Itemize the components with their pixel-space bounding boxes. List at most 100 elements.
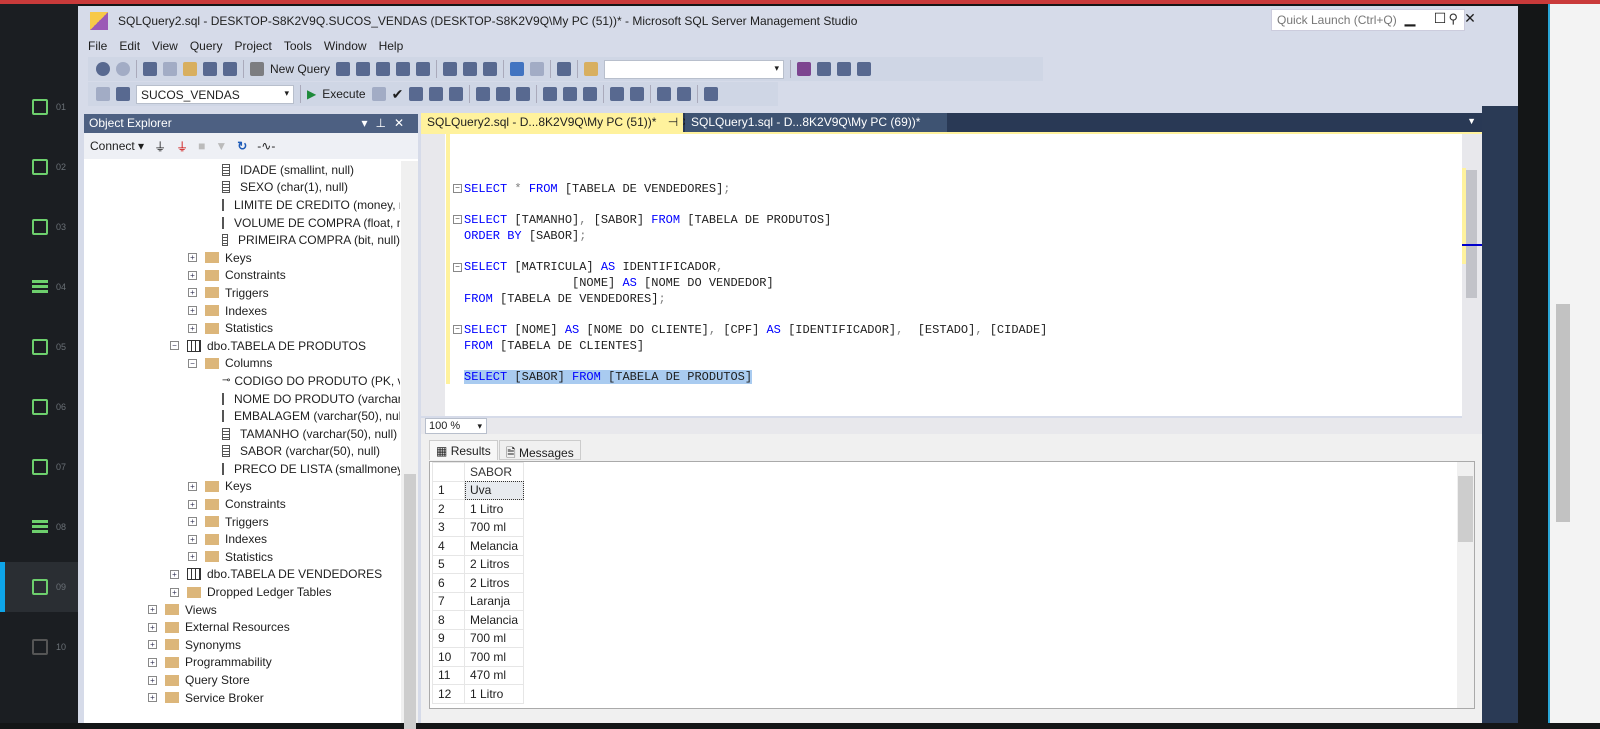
tree-node[interactable]: + Triggers bbox=[84, 513, 400, 531]
connect-button[interactable]: Connect ▾ bbox=[90, 139, 144, 153]
tree-node[interactable]: TAMANHO (varchar(50), null) bbox=[84, 425, 400, 443]
cell-sabor[interactable]: 1 Litro bbox=[463, 684, 525, 704]
tree-node[interactable]: + Query Store bbox=[84, 671, 400, 689]
tree-node[interactable]: PRIMEIRA COMPRA (bit, null) bbox=[84, 231, 400, 249]
tree-node[interactable]: + Indexes bbox=[84, 302, 400, 320]
code-line[interactable] bbox=[453, 354, 1047, 370]
table-row[interactable]: 1 Uva bbox=[432, 480, 525, 500]
xmla-query-icon[interactable] bbox=[396, 62, 411, 76]
results-to-file-icon[interactable] bbox=[583, 87, 598, 101]
pin-icon[interactable]: ⊥ bbox=[375, 116, 393, 130]
menu-file[interactable]: File bbox=[88, 36, 115, 56]
toolbox-icon[interactable] bbox=[837, 62, 852, 76]
table-row[interactable]: 7 Laranja bbox=[432, 591, 525, 611]
filter-icon[interactable]: ▼ bbox=[215, 139, 227, 153]
menu-query[interactable]: Query bbox=[190, 36, 231, 56]
collapse-icon[interactable]: − bbox=[453, 215, 462, 225]
tree-node[interactable]: − Columns bbox=[84, 355, 400, 373]
expand-icon[interactable]: + bbox=[188, 253, 197, 263]
expand-icon[interactable]: + bbox=[148, 675, 157, 685]
dropdown-icon[interactable]: ▾ bbox=[361, 116, 375, 130]
intellisense-icon[interactable] bbox=[449, 87, 464, 101]
cell-sabor[interactable]: 700 ml bbox=[463, 647, 525, 667]
expand-icon[interactable]: + bbox=[148, 605, 157, 615]
expand-icon[interactable]: + bbox=[148, 622, 157, 632]
tree-node[interactable]: ⊸CODIGO DO PRODUTO (PK, varchar bbox=[84, 372, 400, 390]
tree-node[interactable]: + Constraints bbox=[84, 267, 400, 285]
expand-icon[interactable]: + bbox=[188, 323, 197, 333]
database-select[interactable]: SUCOS_VENDAS bbox=[136, 84, 294, 104]
row-number[interactable]: 7 bbox=[432, 591, 465, 611]
nav-item-02[interactable]: 02 bbox=[0, 142, 78, 192]
expand-icon[interactable]: + bbox=[148, 693, 157, 703]
row-number[interactable]: 12 bbox=[432, 684, 465, 704]
row-number[interactable]: 5 bbox=[432, 554, 465, 574]
decrease-indent-icon[interactable] bbox=[657, 87, 672, 101]
code-line[interactable]: ORDER BY [SABOR]; bbox=[453, 229, 1047, 245]
collapse-icon[interactable]: − bbox=[453, 262, 462, 272]
table-row[interactable]: 3 700 ml bbox=[432, 517, 525, 537]
tree-node[interactable]: EMBALAGEM (varchar(50), null bbox=[84, 407, 400, 425]
dax-query-icon[interactable] bbox=[416, 62, 431, 76]
code-line[interactable]: [NOME] AS [NOME DO VENDEDOR] bbox=[453, 276, 1047, 292]
table-row[interactable]: 10 700 ml bbox=[432, 647, 525, 667]
tree-node[interactable]: SEXO (char(1), null) bbox=[84, 179, 400, 197]
dmx-query-icon[interactable] bbox=[376, 62, 391, 76]
table-row[interactable]: 52 Litros bbox=[432, 554, 525, 574]
code-line[interactable]: FROM [TABELA DE VENDEDORES]; bbox=[453, 292, 1047, 308]
tree-node[interactable]: + Views bbox=[84, 601, 400, 619]
cell-sabor[interactable]: 1 Litro bbox=[463, 499, 525, 519]
tree-node[interactable]: − dbo.TABELA DE PRODUTOS bbox=[84, 337, 400, 355]
tree-node[interactable]: + Statistics bbox=[84, 548, 400, 566]
find-icon[interactable] bbox=[584, 62, 599, 76]
execute-button[interactable]: Execute bbox=[322, 87, 365, 101]
actual-plan-icon[interactable] bbox=[476, 87, 491, 101]
new-query-button[interactable]: New Query bbox=[270, 62, 330, 76]
copy-icon[interactable] bbox=[463, 62, 478, 76]
row-number[interactable]: 2 bbox=[432, 499, 465, 519]
row-number[interactable]: 1 bbox=[432, 480, 465, 500]
collapse-icon[interactable]: − bbox=[453, 325, 462, 335]
zoom-select[interactable]: 100 % bbox=[425, 418, 487, 434]
cell-sabor[interactable]: 2 Litros bbox=[463, 554, 525, 574]
tree-node[interactable]: + Service Broker bbox=[84, 689, 400, 707]
nav-item-01[interactable]: 01 bbox=[0, 82, 78, 132]
row-number[interactable]: 11 bbox=[432, 665, 465, 685]
cell-sabor[interactable]: Melancia bbox=[463, 610, 525, 630]
table-row[interactable]: 4 Melancia bbox=[432, 536, 525, 556]
table-row[interactable]: 12 1 Litro bbox=[432, 684, 525, 704]
row-number[interactable]: 3 bbox=[432, 517, 465, 537]
close-button[interactable]: ✕ bbox=[1458, 10, 1482, 30]
tree-node[interactable]: IDADE (smallint, null) bbox=[84, 161, 400, 179]
save-icon[interactable] bbox=[203, 62, 217, 76]
tree-node[interactable]: + Statistics bbox=[84, 319, 400, 337]
paste-icon[interactable] bbox=[483, 62, 498, 76]
tree-node[interactable]: + Synonyms bbox=[84, 636, 400, 654]
find-combo[interactable] bbox=[604, 59, 785, 79]
nav-item-05[interactable]: 05 bbox=[0, 322, 78, 372]
activity-monitor-icon[interactable] bbox=[557, 62, 572, 76]
open-file-icon[interactable] bbox=[183, 62, 197, 76]
code-line[interactable] bbox=[453, 245, 1047, 261]
connect-plug-icon[interactable]: ⏚ bbox=[154, 138, 166, 155]
uncomment-icon[interactable] bbox=[630, 87, 645, 101]
tree-node[interactable]: VOLUME DE COMPRA (float, null) bbox=[84, 214, 400, 232]
tree-node[interactable]: + Keys bbox=[84, 478, 400, 496]
tree-node[interactable]: + Triggers bbox=[84, 284, 400, 302]
editor-scrollbar[interactable] bbox=[1462, 134, 1482, 418]
tree-node[interactable]: NOME DO PRODUTO (varchar( bbox=[84, 390, 400, 408]
cut-icon[interactable] bbox=[443, 62, 458, 76]
expand-icon[interactable]: + bbox=[170, 587, 179, 597]
disconnect-icon[interactable]: ⏚ bbox=[176, 138, 188, 155]
expand-icon[interactable]: + bbox=[188, 517, 197, 527]
table-row[interactable]: 11 470 ml bbox=[432, 665, 525, 685]
solution-explorer-icon[interactable] bbox=[797, 62, 812, 76]
nav-item-08[interactable]: 08 bbox=[0, 502, 78, 552]
stop-icon[interactable]: ■ bbox=[198, 139, 205, 153]
menu-edit[interactable]: Edit bbox=[119, 36, 148, 56]
cell-sabor[interactable]: 2 Litros bbox=[463, 573, 525, 593]
undo-icon[interactable] bbox=[510, 62, 525, 76]
cancel-query-icon[interactable] bbox=[371, 87, 386, 101]
live-stats-icon[interactable] bbox=[496, 87, 511, 101]
collapse-icon[interactable]: − bbox=[188, 358, 197, 368]
